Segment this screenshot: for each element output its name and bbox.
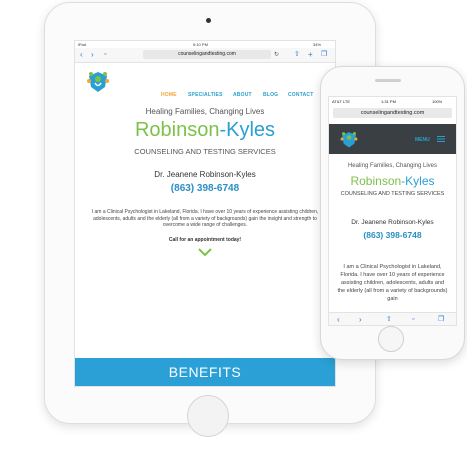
nav-home[interactable]: HOME (161, 92, 177, 98)
brand-subtitle: COUNSELING AND TESTING SERVICES (134, 147, 276, 156)
status-carrier: iPad (78, 42, 87, 47)
status-battery: 100% (432, 99, 443, 104)
browser-bottom-toolbar: ‹ › ⇧ ▫ ❐ (329, 312, 456, 325)
site-header: MENU (329, 124, 456, 154)
hamburger-icon[interactable] (437, 136, 445, 142)
nav-blog[interactable]: BLOG (263, 92, 278, 98)
brand-name-first: Robinson (134, 119, 220, 141)
phone-home-button[interactable] (378, 326, 404, 352)
tablet-camera (206, 18, 211, 23)
tagline: Healing Families, Changing Lives (145, 107, 265, 116)
brand-name-last: Kyles (405, 174, 435, 188)
nav-contact[interactable]: CONTACT (288, 92, 313, 98)
benefits-banner: BENEFITS (75, 358, 335, 386)
address-bar[interactable]: counselingandtesting.com (333, 108, 452, 118)
reload-icon[interactable]: ↻ (274, 51, 279, 59)
browser-toolbar: ‹ › ▫ counselingandtesting.com ↻ ⇧ + ❐ (75, 48, 335, 63)
phone-number[interactable]: (863) 398-6748 (75, 183, 335, 194)
phone-status-bar: AT&T LTE 1:31 PM 100% (329, 97, 456, 107)
tabs-icon[interactable]: ❐ (321, 51, 327, 59)
address-bar[interactable]: counselingandtesting.com (143, 50, 271, 59)
phone-speaker (375, 79, 401, 82)
intro-paragraph: I am a Clinical Psychologist in Lakeland… (337, 264, 448, 302)
bookmarks-icon[interactable]: ▫ (104, 51, 106, 59)
new-tab-icon[interactable]: + (308, 51, 313, 59)
url-text: counselingandtesting.com (360, 110, 425, 116)
brand-name: Robinson-Kyles (329, 174, 456, 188)
site-logo-icon[interactable] (339, 128, 359, 150)
tablet-screen: iPad 5:10 PM 34% ‹ › ▫ counselingandtest… (74, 40, 336, 387)
nav-about[interactable]: ABOUT (233, 92, 252, 98)
call-to-action: Call for an appointment today! (168, 237, 242, 243)
doctor-name: Dr. Jeanene Robinson-Kyles (351, 219, 434, 226)
share-icon[interactable]: ⇧ (386, 316, 392, 324)
doctor-name: Dr. Jeanene Robinson-Kyles (154, 170, 256, 179)
bookmarks-icon[interactable]: ▫ (412, 316, 414, 324)
forward-icon[interactable]: › (359, 316, 362, 324)
nav-specialties[interactable]: SPECIALTIES (188, 92, 223, 98)
brand-name-first: Robinson (350, 174, 402, 188)
phone-number[interactable]: (863) 398-6748 (329, 230, 456, 240)
back-icon[interactable]: ‹ (337, 316, 340, 324)
phone-screen: AT&T LTE 1:31 PM 100% counselingandtesti… (328, 96, 457, 326)
share-icon[interactable]: ⇧ (294, 51, 300, 59)
tagline: Healing Families, Changing Lives (347, 163, 438, 169)
url-text: counselingandtesting.com (178, 51, 236, 57)
back-icon[interactable]: ‹ (80, 51, 83, 59)
intro-paragraph: I am a Clinical Psychologist in Lakeland… (91, 209, 319, 228)
brand-subtitle: COUNSELING AND TESTING SERVICES (340, 191, 445, 197)
forward-icon[interactable]: › (91, 51, 94, 59)
brand-name: Robinson-Kyles (75, 119, 335, 142)
tabs-icon[interactable]: ❐ (438, 316, 444, 324)
site-header: HOME SPECIALTIES ABOUT BLOG CONTACT (75, 62, 335, 100)
tablet-home-button[interactable] (187, 395, 229, 437)
status-time: 5:10 PM (193, 42, 208, 47)
brand-name-last: Kyles (226, 119, 276, 141)
status-time: 1:31 PM (381, 99, 396, 104)
chevron-down-icon[interactable] (197, 244, 213, 260)
status-battery: 34% (313, 42, 322, 47)
tablet-status-bar: iPad 5:10 PM 34% (75, 41, 335, 48)
menu-label[interactable]: MENU (415, 137, 430, 143)
status-carrier: AT&T LTE (332, 99, 351, 104)
site-logo-icon[interactable] (85, 68, 111, 94)
